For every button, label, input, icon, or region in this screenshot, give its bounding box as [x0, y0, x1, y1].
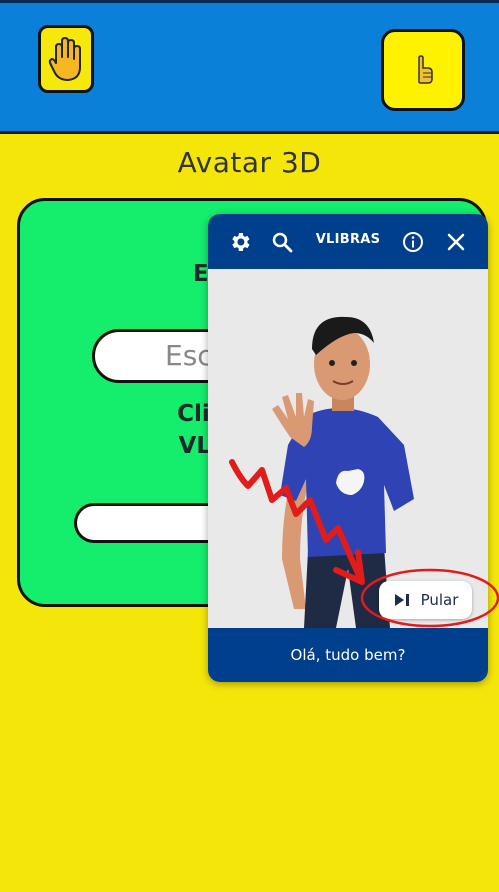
top-bar	[0, 0, 499, 134]
vlibras-widget: VLIBRAS Pular Olá, tudo bem?	[208, 214, 488, 682]
vlibras-subtitle: Olá, tudo bem?	[208, 628, 488, 682]
vlibras-title: VLIBRAS	[315, 232, 381, 247]
page-title: Avatar 3D	[177, 146, 322, 179]
raised-hand-icon	[48, 37, 81, 81]
avatar-stage: Pular	[208, 269, 488, 628]
skip-icon	[394, 594, 409, 606]
shirt-logo-icon	[328, 459, 372, 503]
skip-button-label: Pular	[420, 591, 459, 609]
avatar-figure	[272, 316, 414, 628]
skip-button[interactable]: Pular	[379, 581, 472, 619]
info-icon[interactable]	[401, 230, 425, 254]
vlibras-header: VLIBRAS	[208, 214, 488, 269]
settings-gear-icon[interactable]	[228, 230, 252, 254]
search-icon[interactable]	[270, 230, 294, 254]
pointing-hand-icon	[418, 55, 433, 84]
hand-button[interactable]	[38, 25, 94, 93]
close-icon[interactable]	[444, 230, 468, 254]
pointing-button[interactable]	[381, 29, 465, 111]
